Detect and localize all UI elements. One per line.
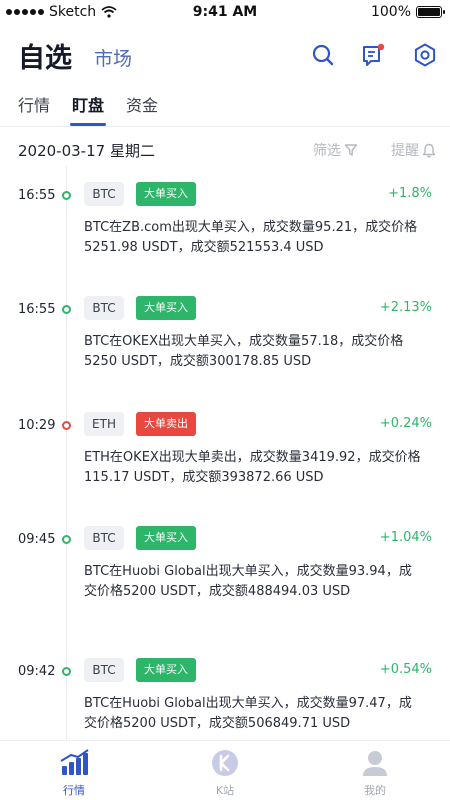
date-bar: 2020-03-17 星期二 筛选 提醒 bbox=[18, 140, 436, 164]
chart-bars-icon bbox=[60, 749, 89, 775]
entry-time: 16:55 bbox=[18, 188, 56, 203]
entry-time: 09:45 bbox=[18, 532, 56, 547]
price-change: +1.04% bbox=[379, 530, 432, 545]
trade-tag: 大单卖出 bbox=[136, 412, 196, 436]
nav-quotes[interactable]: 行情 bbox=[44, 749, 104, 798]
timeline-dot bbox=[62, 305, 71, 314]
date-label: 2020-03-17 星期二 bbox=[18, 142, 155, 160]
price-change: +0.54% bbox=[379, 662, 432, 677]
alert-feed[interactable]: 16:55 BTC 大单买入 +1.8% BTC在ZB.com出现大单买入，成交… bbox=[0, 166, 450, 740]
entry-description: BTC在Huobi Global出现大单买入，成交数量97.47，成交价格520… bbox=[84, 696, 412, 731]
price-change: +2.13% bbox=[379, 300, 432, 315]
price-change: +1.8% bbox=[388, 186, 432, 201]
message-icon[interactable] bbox=[360, 42, 386, 68]
entry-description: BTC在OKEX出现大单买入，成交数量57.18，成交价格5250 USDT，成… bbox=[84, 334, 404, 369]
tabs-divider bbox=[0, 126, 450, 127]
header: 自选 市场 bbox=[18, 34, 438, 78]
coin-badge[interactable]: BTC bbox=[84, 296, 124, 320]
timeline-dot bbox=[62, 421, 71, 430]
tab-bar: 行情 盯盘 资金 bbox=[18, 92, 158, 126]
status-bar: Sketch 9:41 AM 100% bbox=[0, 0, 450, 26]
trade-tag: 大单买入 bbox=[136, 296, 196, 320]
tab-funds[interactable]: 资金 bbox=[126, 92, 158, 126]
trade-tag: 大单买入 bbox=[136, 526, 196, 550]
entry-description: ETH在OKEX出现大单卖出，成交数量3419.92，成交价格115.17 US… bbox=[84, 450, 421, 485]
entry-description: BTC在Huobi Global出现大单买入，成交数量93.94，成交价格520… bbox=[84, 564, 412, 599]
price-change: +0.24% bbox=[379, 416, 432, 431]
entry-description: BTC在ZB.com出现大单买入，成交数量95.21，成交价格5251.98 U… bbox=[84, 220, 418, 255]
entry-time: 09:42 bbox=[18, 664, 56, 679]
page-title[interactable]: 自选 bbox=[18, 36, 72, 75]
coin-badge[interactable]: ETH bbox=[84, 412, 124, 436]
coin-badge[interactable]: BTC bbox=[84, 526, 124, 550]
entry-time: 16:55 bbox=[18, 302, 56, 317]
tab-watch[interactable]: 盯盘 bbox=[70, 92, 107, 126]
trade-tag: 大单买入 bbox=[136, 182, 196, 206]
funnel-icon bbox=[344, 144, 358, 156]
k-circle-icon bbox=[212, 750, 238, 776]
bottom-nav: 行情 K站 我的 bbox=[0, 740, 450, 800]
remind-button[interactable]: 提醒 bbox=[391, 140, 436, 160]
market-title[interactable]: 市场 bbox=[94, 44, 132, 71]
coin-badge[interactable]: BTC bbox=[84, 182, 124, 206]
bell-icon bbox=[422, 143, 436, 157]
nav-kstation[interactable]: K站 bbox=[195, 749, 255, 798]
timeline-dot bbox=[62, 191, 71, 200]
battery-info: 100% bbox=[370, 4, 445, 20]
timeline-dot bbox=[62, 667, 71, 676]
timeline-dot bbox=[62, 535, 71, 544]
remind-label: 提醒 bbox=[391, 143, 419, 159]
nav-label: 我的 bbox=[364, 784, 386, 797]
filter-button[interactable]: 筛选 bbox=[313, 140, 358, 160]
battery-percent: 100% bbox=[370, 4, 411, 20]
tab-quotes[interactable]: 行情 bbox=[18, 92, 50, 126]
user-icon bbox=[363, 751, 387, 776]
search-icon[interactable] bbox=[310, 42, 336, 68]
coin-badge[interactable]: BTC bbox=[84, 658, 124, 682]
nav-label: K站 bbox=[215, 784, 235, 797]
timeline-line bbox=[66, 166, 67, 740]
battery-icon bbox=[416, 6, 445, 18]
trade-tag: 大单买入 bbox=[136, 658, 196, 682]
filter-label: 筛选 bbox=[313, 143, 341, 159]
settings-icon[interactable] bbox=[412, 42, 438, 68]
nav-mine[interactable]: 我的 bbox=[345, 749, 405, 798]
entry-time: 10:29 bbox=[18, 418, 56, 433]
nav-label: 行情 bbox=[63, 784, 85, 797]
